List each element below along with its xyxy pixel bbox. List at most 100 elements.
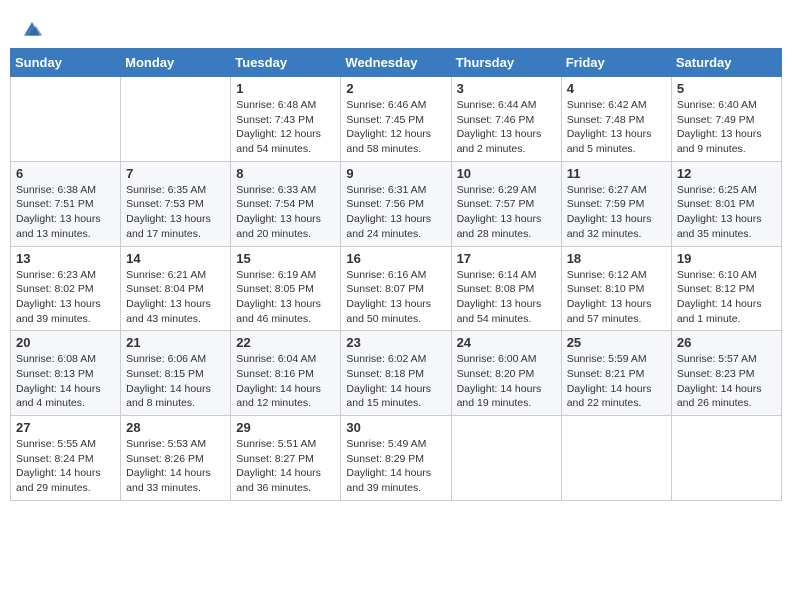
day-number: 1 <box>236 81 335 96</box>
day-info: Sunrise: 6:48 AM Sunset: 7:43 PM Dayligh… <box>236 98 335 157</box>
day-info: Sunrise: 6:44 AM Sunset: 7:46 PM Dayligh… <box>457 98 556 157</box>
day-info: Sunrise: 6:08 AM Sunset: 8:13 PM Dayligh… <box>16 352 115 411</box>
day-info: Sunrise: 6:21 AM Sunset: 8:04 PM Dayligh… <box>126 268 225 327</box>
calendar-cell: 9 Sunrise: 6:31 AM Sunset: 7:56 PM Daylig… <box>341 161 451 246</box>
calendar-cell <box>451 416 561 501</box>
day-number: 10 <box>457 166 556 181</box>
day-number: 8 <box>236 166 335 181</box>
weekday-header-friday: Friday <box>561 49 671 77</box>
day-number: 5 <box>677 81 776 96</box>
day-number: 30 <box>346 420 445 435</box>
calendar-cell: 10 Sunrise: 6:29 AM Sunset: 7:57 PM Dayli… <box>451 161 561 246</box>
calendar-cell: 22 Sunrise: 6:04 AM Sunset: 8:16 PM Dayli… <box>231 331 341 416</box>
day-info: Sunrise: 6:04 AM Sunset: 8:16 PM Dayligh… <box>236 352 335 411</box>
day-number: 20 <box>16 335 115 350</box>
day-number: 19 <box>677 251 776 266</box>
calendar-cell: 14 Sunrise: 6:21 AM Sunset: 8:04 PM Dayli… <box>121 246 231 331</box>
calendar-cell: 16 Sunrise: 6:16 AM Sunset: 8:07 PM Dayli… <box>341 246 451 331</box>
calendar-cell: 26 Sunrise: 5:57 AM Sunset: 8:23 PM Dayli… <box>671 331 781 416</box>
day-info: Sunrise: 5:53 AM Sunset: 8:26 PM Dayligh… <box>126 437 225 496</box>
calendar-cell: 21 Sunrise: 6:06 AM Sunset: 8:15 PM Dayli… <box>121 331 231 416</box>
calendar-cell: 17Sunrise: 6:14 AM Sunset: 8:08 PM Dayli… <box>451 246 561 331</box>
day-number: 3 <box>457 81 556 96</box>
day-info: Sunrise: 5:49 AM Sunset: 8:29 PM Dayligh… <box>346 437 445 496</box>
weekday-header-wednesday: Wednesday <box>341 49 451 77</box>
day-number: 25 <box>567 335 666 350</box>
calendar-table: SundayMondayTuesdayWednesdayThursdayFrid… <box>10 48 782 501</box>
weekday-header-thursday: Thursday <box>451 49 561 77</box>
day-info: Sunrise: 5:59 AM Sunset: 8:21 PM Dayligh… <box>567 352 666 411</box>
calendar-cell <box>121 77 231 162</box>
calendar-cell: 20 Sunrise: 6:08 AM Sunset: 8:13 PM Dayli… <box>11 331 121 416</box>
day-info: Sunrise: 6:25 AM Sunset: 8:01 PM Dayligh… <box>677 183 776 242</box>
day-number: 6 <box>16 166 115 181</box>
calendar-cell: 2 Sunrise: 6:46 AM Sunset: 7:45 PM Daylig… <box>341 77 451 162</box>
weekday-header-saturday: Saturday <box>671 49 781 77</box>
day-number: 15 <box>236 251 335 266</box>
day-number: 14 <box>126 251 225 266</box>
day-info: Sunrise: 6:27 AM Sunset: 7:59 PM Dayligh… <box>567 183 666 242</box>
day-number: 16 <box>346 251 445 266</box>
day-info: Sunrise: 6:35 AM Sunset: 7:53 PM Dayligh… <box>126 183 225 242</box>
calendar-cell: 13 Sunrise: 6:23 AM Sunset: 8:02 PM Dayli… <box>11 246 121 331</box>
calendar-week-row: 27 Sunrise: 5:55 AM Sunset: 8:24 PM Dayli… <box>11 416 782 501</box>
calendar-cell: 30 Sunrise: 5:49 AM Sunset: 8:29 PM Dayli… <box>341 416 451 501</box>
day-number: 22 <box>236 335 335 350</box>
calendar-cell: 1 Sunrise: 6:48 AM Sunset: 7:43 PM Daylig… <box>231 77 341 162</box>
calendar-cell <box>561 416 671 501</box>
day-number: 28 <box>126 420 225 435</box>
calendar-cell <box>671 416 781 501</box>
day-info: Sunrise: 6:29 AM Sunset: 7:57 PM Dayligh… <box>457 183 556 242</box>
calendar-cell: 19Sunrise: 6:10 AM Sunset: 8:12 PM Dayli… <box>671 246 781 331</box>
day-number: 29 <box>236 420 335 435</box>
calendar-cell: 4Sunrise: 6:42 AM Sunset: 7:48 PM Daylig… <box>561 77 671 162</box>
weekday-header-sunday: Sunday <box>11 49 121 77</box>
day-info: Sunrise: 6:00 AM Sunset: 8:20 PM Dayligh… <box>457 352 556 411</box>
day-info: Sunrise: 5:55 AM Sunset: 8:24 PM Dayligh… <box>16 437 115 496</box>
calendar-cell: 24 Sunrise: 6:00 AM Sunset: 8:20 PM Dayli… <box>451 331 561 416</box>
weekday-header-row: SundayMondayTuesdayWednesdayThursdayFrid… <box>11 49 782 77</box>
day-info: Sunrise: 6:16 AM Sunset: 8:07 PM Dayligh… <box>346 268 445 327</box>
calendar-cell: 23Sunrise: 6:02 AM Sunset: 8:18 PM Dayli… <box>341 331 451 416</box>
day-info: Sunrise: 6:19 AM Sunset: 8:05 PM Dayligh… <box>236 268 335 327</box>
day-info: Sunrise: 6:46 AM Sunset: 7:45 PM Dayligh… <box>346 98 445 157</box>
day-number: 13 <box>16 251 115 266</box>
day-number: 7 <box>126 166 225 181</box>
day-number: 27 <box>16 420 115 435</box>
day-number: 11 <box>567 166 666 181</box>
calendar-cell: 8 Sunrise: 6:33 AM Sunset: 7:54 PM Daylig… <box>231 161 341 246</box>
calendar-cell: 15 Sunrise: 6:19 AM Sunset: 8:05 PM Dayli… <box>231 246 341 331</box>
calendar-week-row: 13 Sunrise: 6:23 AM Sunset: 8:02 PM Dayli… <box>11 246 782 331</box>
day-info: Sunrise: 5:51 AM Sunset: 8:27 PM Dayligh… <box>236 437 335 496</box>
day-info: Sunrise: 6:33 AM Sunset: 7:54 PM Dayligh… <box>236 183 335 242</box>
calendar-cell: 5 Sunrise: 6:40 AM Sunset: 7:49 PM Daylig… <box>671 77 781 162</box>
day-number: 26 <box>677 335 776 350</box>
day-info: Sunrise: 5:57 AM Sunset: 8:23 PM Dayligh… <box>677 352 776 411</box>
day-number: 2 <box>346 81 445 96</box>
day-info: Sunrise: 6:42 AM Sunset: 7:48 PM Dayligh… <box>567 98 666 157</box>
logo <box>20 18 46 42</box>
day-info: Sunrise: 6:23 AM Sunset: 8:02 PM Dayligh… <box>16 268 115 327</box>
day-number: 17 <box>457 251 556 266</box>
calendar-week-row: 6Sunrise: 6:38 AM Sunset: 7:51 PM Daylig… <box>11 161 782 246</box>
day-number: 24 <box>457 335 556 350</box>
day-number: 9 <box>346 166 445 181</box>
day-number: 18 <box>567 251 666 266</box>
logo-icon <box>20 18 44 42</box>
day-info: Sunrise: 6:06 AM Sunset: 8:15 PM Dayligh… <box>126 352 225 411</box>
day-number: 21 <box>126 335 225 350</box>
weekday-header-tuesday: Tuesday <box>231 49 341 77</box>
calendar-cell: 11 Sunrise: 6:27 AM Sunset: 7:59 PM Dayli… <box>561 161 671 246</box>
calendar-week-row: 20 Sunrise: 6:08 AM Sunset: 8:13 PM Dayli… <box>11 331 782 416</box>
calendar-week-row: 1 Sunrise: 6:48 AM Sunset: 7:43 PM Daylig… <box>11 77 782 162</box>
calendar-cell: 27 Sunrise: 5:55 AM Sunset: 8:24 PM Dayli… <box>11 416 121 501</box>
day-info: Sunrise: 6:40 AM Sunset: 7:49 PM Dayligh… <box>677 98 776 157</box>
calendar-cell: 7 Sunrise: 6:35 AM Sunset: 7:53 PM Daylig… <box>121 161 231 246</box>
calendar-cell: 29 Sunrise: 5:51 AM Sunset: 8:27 PM Dayli… <box>231 416 341 501</box>
day-info: Sunrise: 6:12 AM Sunset: 8:10 PM Dayligh… <box>567 268 666 327</box>
day-number: 12 <box>677 166 776 181</box>
weekday-header-monday: Monday <box>121 49 231 77</box>
day-info: Sunrise: 6:31 AM Sunset: 7:56 PM Dayligh… <box>346 183 445 242</box>
day-number: 23 <box>346 335 445 350</box>
calendar-cell: 18 Sunrise: 6:12 AM Sunset: 8:10 PM Dayli… <box>561 246 671 331</box>
